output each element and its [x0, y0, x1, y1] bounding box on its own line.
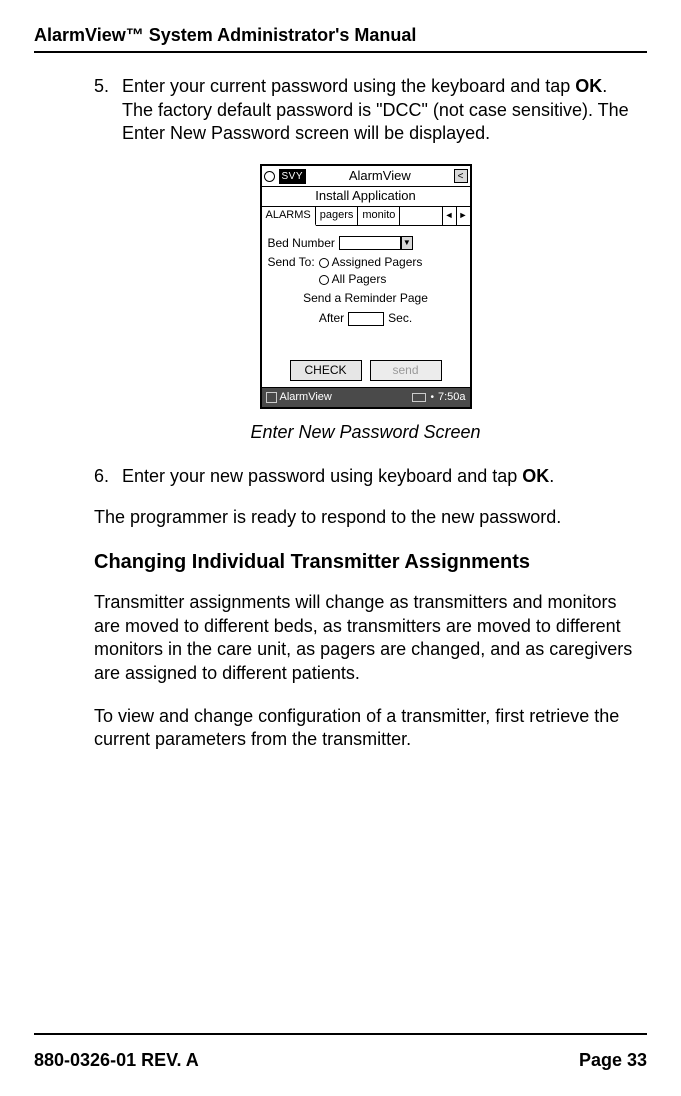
footer-rule — [34, 1033, 647, 1035]
tab-pagers[interactable]: pagers — [316, 207, 359, 224]
radio-icon — [319, 258, 329, 268]
bed-number-input[interactable] — [339, 236, 401, 250]
sec-label: Sec. — [388, 311, 412, 327]
para-view-change: To view and change configuration of a tr… — [94, 705, 637, 752]
section-title-transmitter: Changing Individual Transmitter Assignme… — [94, 549, 637, 575]
radio-assigned-label: Assigned Pagers — [332, 255, 423, 271]
device-tabs: ALARMS pagers monito ◄ ► — [262, 207, 470, 225]
step-6-number: 6. — [94, 465, 122, 488]
footer-docnum: 880-0326-01 REV. A — [34, 1049, 199, 1072]
device-button-row: CHECK send — [262, 356, 470, 388]
device-app-title: AlarmView — [308, 168, 451, 185]
after-row: After Sec. — [268, 311, 464, 327]
step-6-ok: OK — [522, 466, 549, 486]
device-body: Bed Number ▼ Send To: Assigned Pagers — [262, 226, 470, 356]
step-6-text: Enter your new password using keyboard a… — [122, 465, 637, 488]
reminder-label: Send a Reminder Page — [303, 291, 428, 307]
step-6-post: . — [549, 466, 554, 486]
para-ready: The programmer is ready to respond to th… — [94, 506, 637, 529]
device-taskbar: AlarmView • 7:50a — [262, 387, 470, 406]
step-5-number: 5. — [94, 75, 122, 145]
send-button[interactable]: send — [370, 360, 442, 382]
taskbar-app-icon — [266, 392, 277, 403]
figure-caption: Enter New Password Screen — [94, 421, 637, 444]
reminder-row: Send a Reminder Page — [268, 291, 464, 307]
document-header: AlarmView™ System Administrator's Manual — [34, 24, 647, 47]
tab-left-arrow-icon[interactable]: ◄ — [442, 207, 456, 224]
step-6: 6. Enter your new password using keyboar… — [94, 465, 637, 488]
bed-number-label: Bed Number — [268, 236, 335, 252]
para-assignments: Transmitter assignments will change as t… — [94, 591, 637, 685]
step-5-text: Enter your current password using the ke… — [122, 75, 637, 145]
tab-scroll: ◄ ► — [442, 207, 470, 224]
send-to-label: Send To: — [268, 255, 315, 271]
page: AlarmView™ System Administrator's Manual… — [0, 0, 681, 1096]
install-header: Install Application — [262, 187, 470, 207]
figure-wrap: SVY AlarmView < Install Application ALAR… — [94, 164, 637, 410]
bed-number-row: Bed Number ▼ — [268, 236, 464, 252]
bed-number-dropdown-icon[interactable]: ▼ — [401, 236, 413, 250]
device-screenshot: SVY AlarmView < Install Application ALAR… — [260, 164, 472, 409]
radio-all-label: All Pagers — [332, 272, 387, 288]
header-rule — [34, 51, 647, 53]
radio-all-pagers[interactable]: All Pagers — [319, 272, 423, 288]
tab-monitor[interactable]: monito — [358, 207, 400, 224]
radio-icon — [319, 275, 329, 285]
radio-assigned-pagers[interactable]: Assigned Pagers — [319, 255, 423, 271]
footer: 880-0326-01 REV. A Page 33 — [34, 1049, 647, 1072]
status-circle-icon — [264, 171, 275, 182]
svy-badge: SVY — [279, 169, 307, 184]
step-5-pre: Enter your current password using the ke… — [122, 76, 575, 96]
send-to-row: Send To: Assigned Pagers All Pagers — [268, 255, 464, 287]
taskbar-time: 7:50a — [438, 390, 466, 404]
back-button[interactable]: < — [454, 169, 468, 183]
device-topbar: SVY AlarmView < — [262, 166, 470, 188]
tab-alarms[interactable]: ALARMS — [262, 207, 316, 225]
taskbar-app-name: AlarmView — [280, 390, 332, 404]
tab-right-arrow-icon[interactable]: ► — [456, 207, 470, 224]
check-button[interactable]: CHECK — [290, 360, 362, 382]
step-5-ok: OK — [575, 76, 602, 96]
after-input[interactable] — [348, 312, 384, 326]
keyboard-icon[interactable] — [412, 393, 426, 402]
after-label: After — [319, 311, 344, 327]
content-area: 5. Enter your current password using the… — [34, 75, 647, 1032]
footer-pagenum: Page 33 — [579, 1049, 647, 1072]
step-5: 5. Enter your current password using the… — [94, 75, 637, 145]
taskbar-dot-icon: • — [430, 391, 434, 404]
step-6-pre: Enter your new password using keyboard a… — [122, 466, 522, 486]
